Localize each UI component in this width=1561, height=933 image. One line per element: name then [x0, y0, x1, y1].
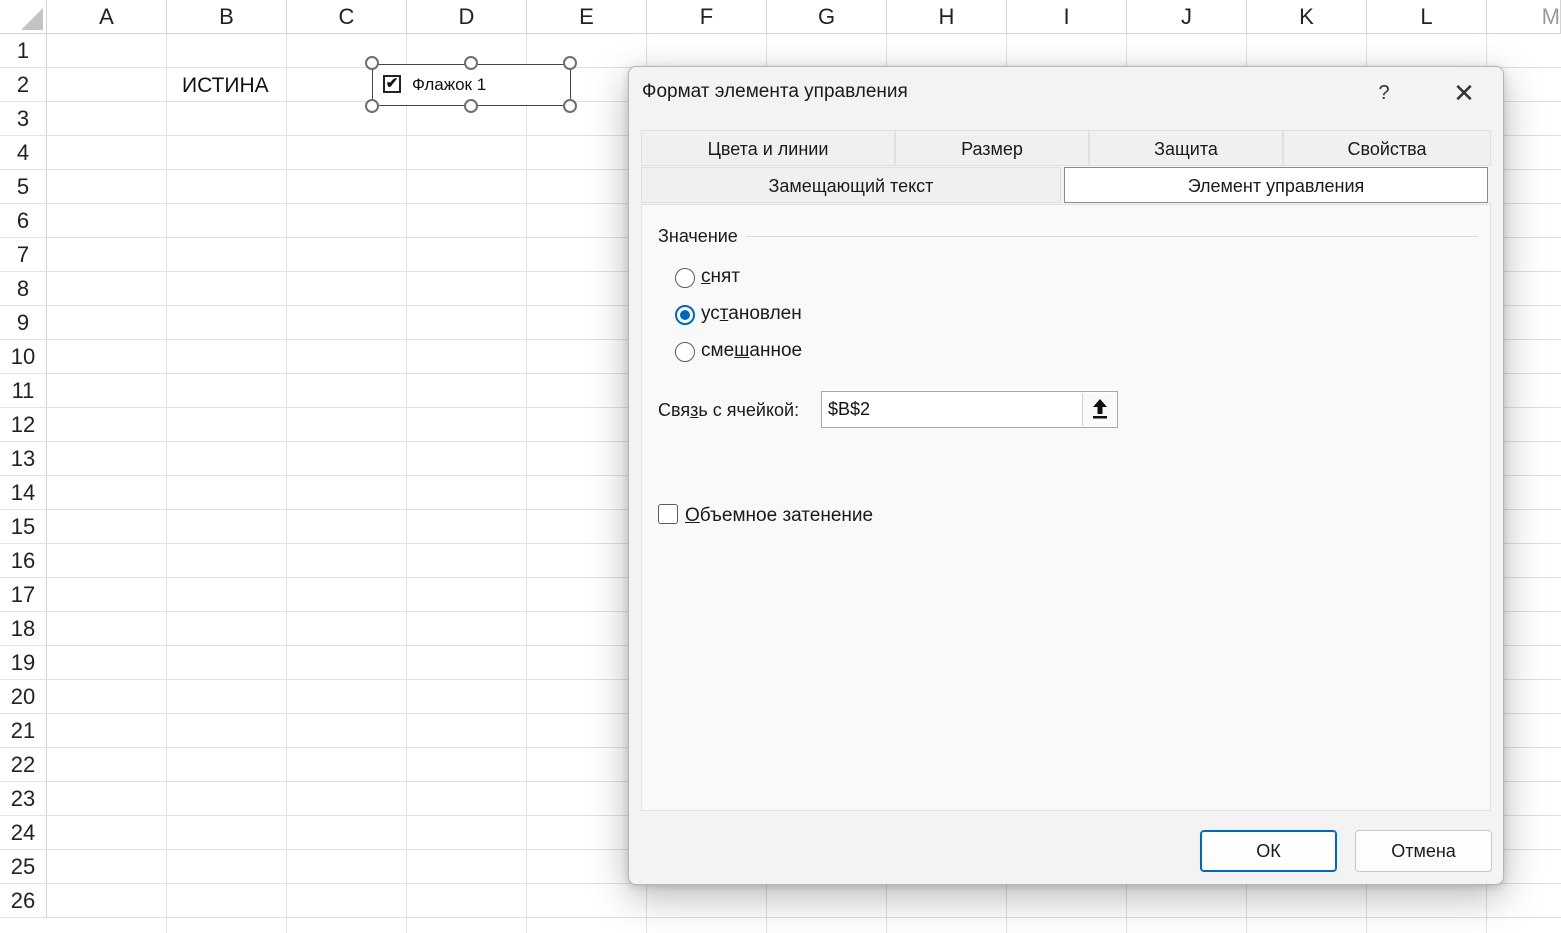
- checkbox-control-label: Флажок 1: [412, 75, 487, 94]
- help-button[interactable]: ?: [1364, 77, 1404, 109]
- value-group-divider: [658, 236, 1478, 237]
- row-header-5[interactable]: 5: [0, 170, 47, 204]
- row-header-19[interactable]: 19: [0, 646, 47, 680]
- column-header-f[interactable]: F: [647, 0, 767, 34]
- format-control-dialog: Формат элемента управления ? ✕ Цвета и л…: [628, 66, 1504, 885]
- column-header-k[interactable]: K: [1247, 0, 1367, 34]
- row-header-25[interactable]: 25: [0, 850, 47, 884]
- row-header-9[interactable]: 9: [0, 306, 47, 340]
- row-header-13[interactable]: 13: [0, 442, 47, 476]
- row-header-2[interactable]: 2: [0, 68, 47, 102]
- row-header-8[interactable]: 8: [0, 272, 47, 306]
- row-header-18[interactable]: 18: [0, 612, 47, 646]
- shading-label[interactable]: Объемное затенение: [685, 505, 873, 527]
- tab-protection[interactable]: Защита: [1089, 130, 1283, 166]
- radio-label-mixed[interactable]: смешанное: [701, 340, 802, 362]
- row-header-16[interactable]: 16: [0, 544, 47, 578]
- column-header-d[interactable]: D: [407, 0, 527, 34]
- tab-colors-lines[interactable]: Цвета и линии: [641, 130, 895, 166]
- tab-size[interactable]: Размер: [895, 130, 1089, 166]
- row-header-6[interactable]: 6: [0, 204, 47, 238]
- column-header-a[interactable]: A: [47, 0, 167, 34]
- row-header-22[interactable]: 22: [0, 748, 47, 782]
- radio-label-unchecked[interactable]: снят: [701, 266, 740, 288]
- resize-handle-top-right[interactable]: [563, 56, 577, 70]
- checkbox-checkmark-icon[interactable]: ✔: [383, 75, 401, 93]
- column-header-i[interactable]: I: [1007, 0, 1127, 34]
- dialog-title: Формат элемента управления: [642, 81, 908, 102]
- row-header-15[interactable]: 15: [0, 510, 47, 544]
- column-header-g[interactable]: G: [767, 0, 887, 34]
- upload-arrow-icon: [1092, 399, 1107, 419]
- row-header-7[interactable]: 7: [0, 238, 47, 272]
- row-header-1[interactable]: 1: [0, 34, 47, 68]
- resize-handle-bottom-right[interactable]: [563, 99, 577, 113]
- cancel-button[interactable]: Отмена: [1355, 830, 1492, 872]
- row-header-11[interactable]: 11: [0, 374, 47, 408]
- row-header-20[interactable]: 20: [0, 680, 47, 714]
- close-button[interactable]: ✕: [1444, 77, 1484, 109]
- select-all-corner[interactable]: [0, 0, 47, 34]
- column-header-e[interactable]: E: [527, 0, 647, 34]
- column-header-j[interactable]: J: [1127, 0, 1247, 34]
- radio-label-checked[interactable]: установлен: [701, 303, 802, 325]
- row-header-26[interactable]: 26: [0, 884, 47, 918]
- column-header-l[interactable]: L: [1367, 0, 1487, 34]
- row-header-12[interactable]: 12: [0, 408, 47, 442]
- tab-alt-text[interactable]: Замещающий текст: [641, 167, 1061, 203]
- column-header-b[interactable]: B: [167, 0, 287, 34]
- row-header-21[interactable]: 21: [0, 714, 47, 748]
- row-header-17[interactable]: 17: [0, 578, 47, 612]
- row-header-23[interactable]: 23: [0, 782, 47, 816]
- resize-handle-top[interactable]: [464, 56, 478, 70]
- cell-link-label: Связь с ячейкой:: [658, 400, 800, 420]
- column-header-h[interactable]: H: [887, 0, 1007, 34]
- resize-handle-bottom[interactable]: [464, 99, 478, 113]
- collapse-dialog-button[interactable]: [1082, 393, 1116, 426]
- row-header-24[interactable]: 24: [0, 816, 47, 850]
- column-header-c[interactable]: C: [287, 0, 407, 34]
- row-header-14[interactable]: 14: [0, 476, 47, 510]
- cell-b2-value[interactable]: ИСТИНА: [182, 74, 269, 98]
- tab-control[interactable]: Элемент управления: [1064, 167, 1488, 203]
- row-header-4[interactable]: 4: [0, 136, 47, 170]
- tab-properties[interactable]: Свойства: [1283, 130, 1491, 166]
- shading-checkbox[interactable]: [658, 504, 678, 524]
- row-header-10[interactable]: 10: [0, 340, 47, 374]
- ok-button[interactable]: ОК: [1200, 830, 1337, 872]
- radio-button[interactable]: [675, 342, 695, 362]
- row-header-3[interactable]: 3: [0, 102, 47, 136]
- column-header-m[interactable]: M: [1487, 0, 1561, 34]
- resize-handle-bottom-left[interactable]: [365, 99, 379, 113]
- value-group-legend: Значение: [658, 226, 746, 247]
- cell-link-input[interactable]: [821, 391, 1118, 428]
- control-tab-panel: Значение снят установлен смешанное Связь…: [641, 204, 1491, 811]
- radio-button-selected[interactable]: [675, 305, 695, 325]
- resize-handle-top-left[interactable]: [365, 56, 379, 70]
- radio-button[interactable]: [675, 268, 695, 288]
